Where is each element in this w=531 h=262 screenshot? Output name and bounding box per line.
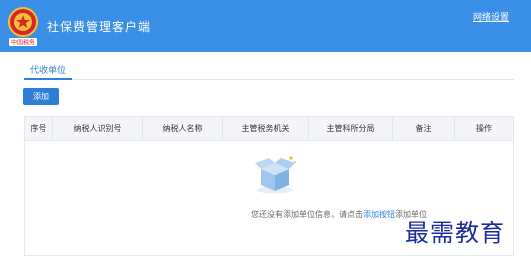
app-header: 中国税务 社保费管理客户端 网络设置: [0, 0, 531, 52]
column-header-actions: 操作: [476, 124, 492, 133]
column-header-sub-bureau: 主管科所分局: [309, 117, 393, 141]
column-header-remarks: 备注: [393, 117, 455, 141]
empty-message-prefix: 您还没有添加单位信息，请点击: [251, 210, 363, 219]
tax-emblem-logo: 中国税务: [8, 7, 38, 47]
add-button[interactable]: 添加: [23, 88, 59, 105]
watermark: 最需教育: [405, 219, 505, 247]
app-title: 社保费管理客户端: [47, 20, 152, 34]
table-header: 序号 纳税人识别号 纳税人名称 主管税务机关 主管科所分局 备注 操作: [25, 117, 513, 141]
empty-box-icon: [255, 156, 296, 194]
empty-message: 您还没有添加单位信息，请点击添加按钮添加单位: [25, 209, 427, 220]
add-button-link[interactable]: 添加按钮: [363, 210, 395, 219]
tab-bar: 代收单位: [24, 62, 514, 80]
column-header-tax-authority: 主管税务机关: [223, 117, 309, 141]
column-header-index: 序号: [25, 117, 53, 141]
column-header-taxpayer-name: 纳税人名称: [143, 117, 223, 141]
column-header-taxpayer-id: 纳税人识别号: [53, 117, 143, 141]
tab-collection-units[interactable]: 代收单位: [24, 62, 73, 80]
network-settings-link[interactable]: 网络设置: [473, 10, 509, 23]
logo-caption: 中国税务: [11, 39, 35, 47]
